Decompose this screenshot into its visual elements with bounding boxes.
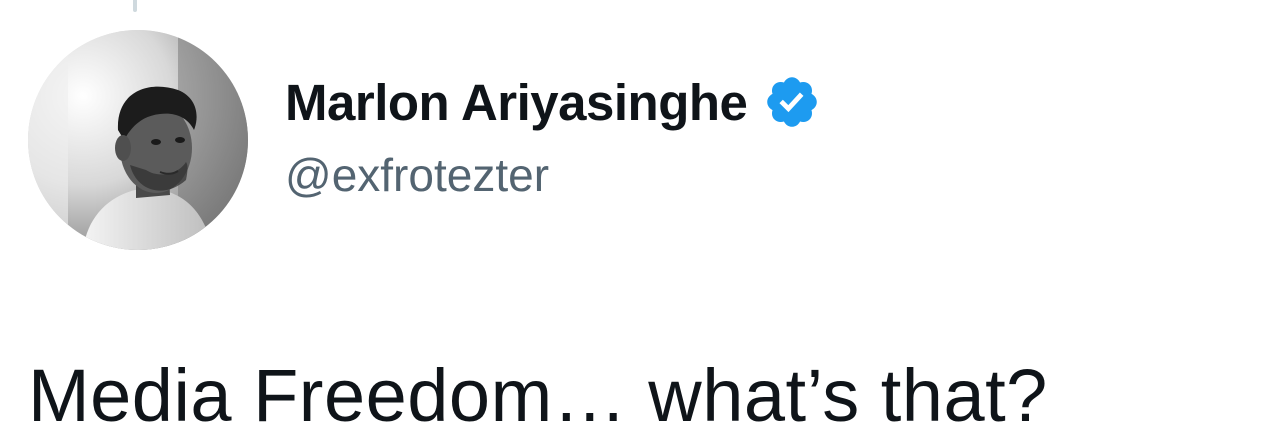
thread-connector-line [133,0,137,12]
tweet-header: Marlon Ariyasinghe @exfrotezter [285,70,821,202]
avatar-photo [28,30,248,250]
name-row: Marlon Ariyasinghe [285,70,821,134]
avatar[interactable] [28,30,248,250]
user-handle[interactable]: @exfrotezter [285,148,821,202]
verified-badge-icon [763,73,821,131]
display-name[interactable]: Marlon Ariyasinghe [285,73,748,132]
tweet-card: Marlon Ariyasinghe @exfrotezter Media Fr… [0,0,1284,427]
tweet-text: Media Freedom… what’s that? [28,354,1048,427]
